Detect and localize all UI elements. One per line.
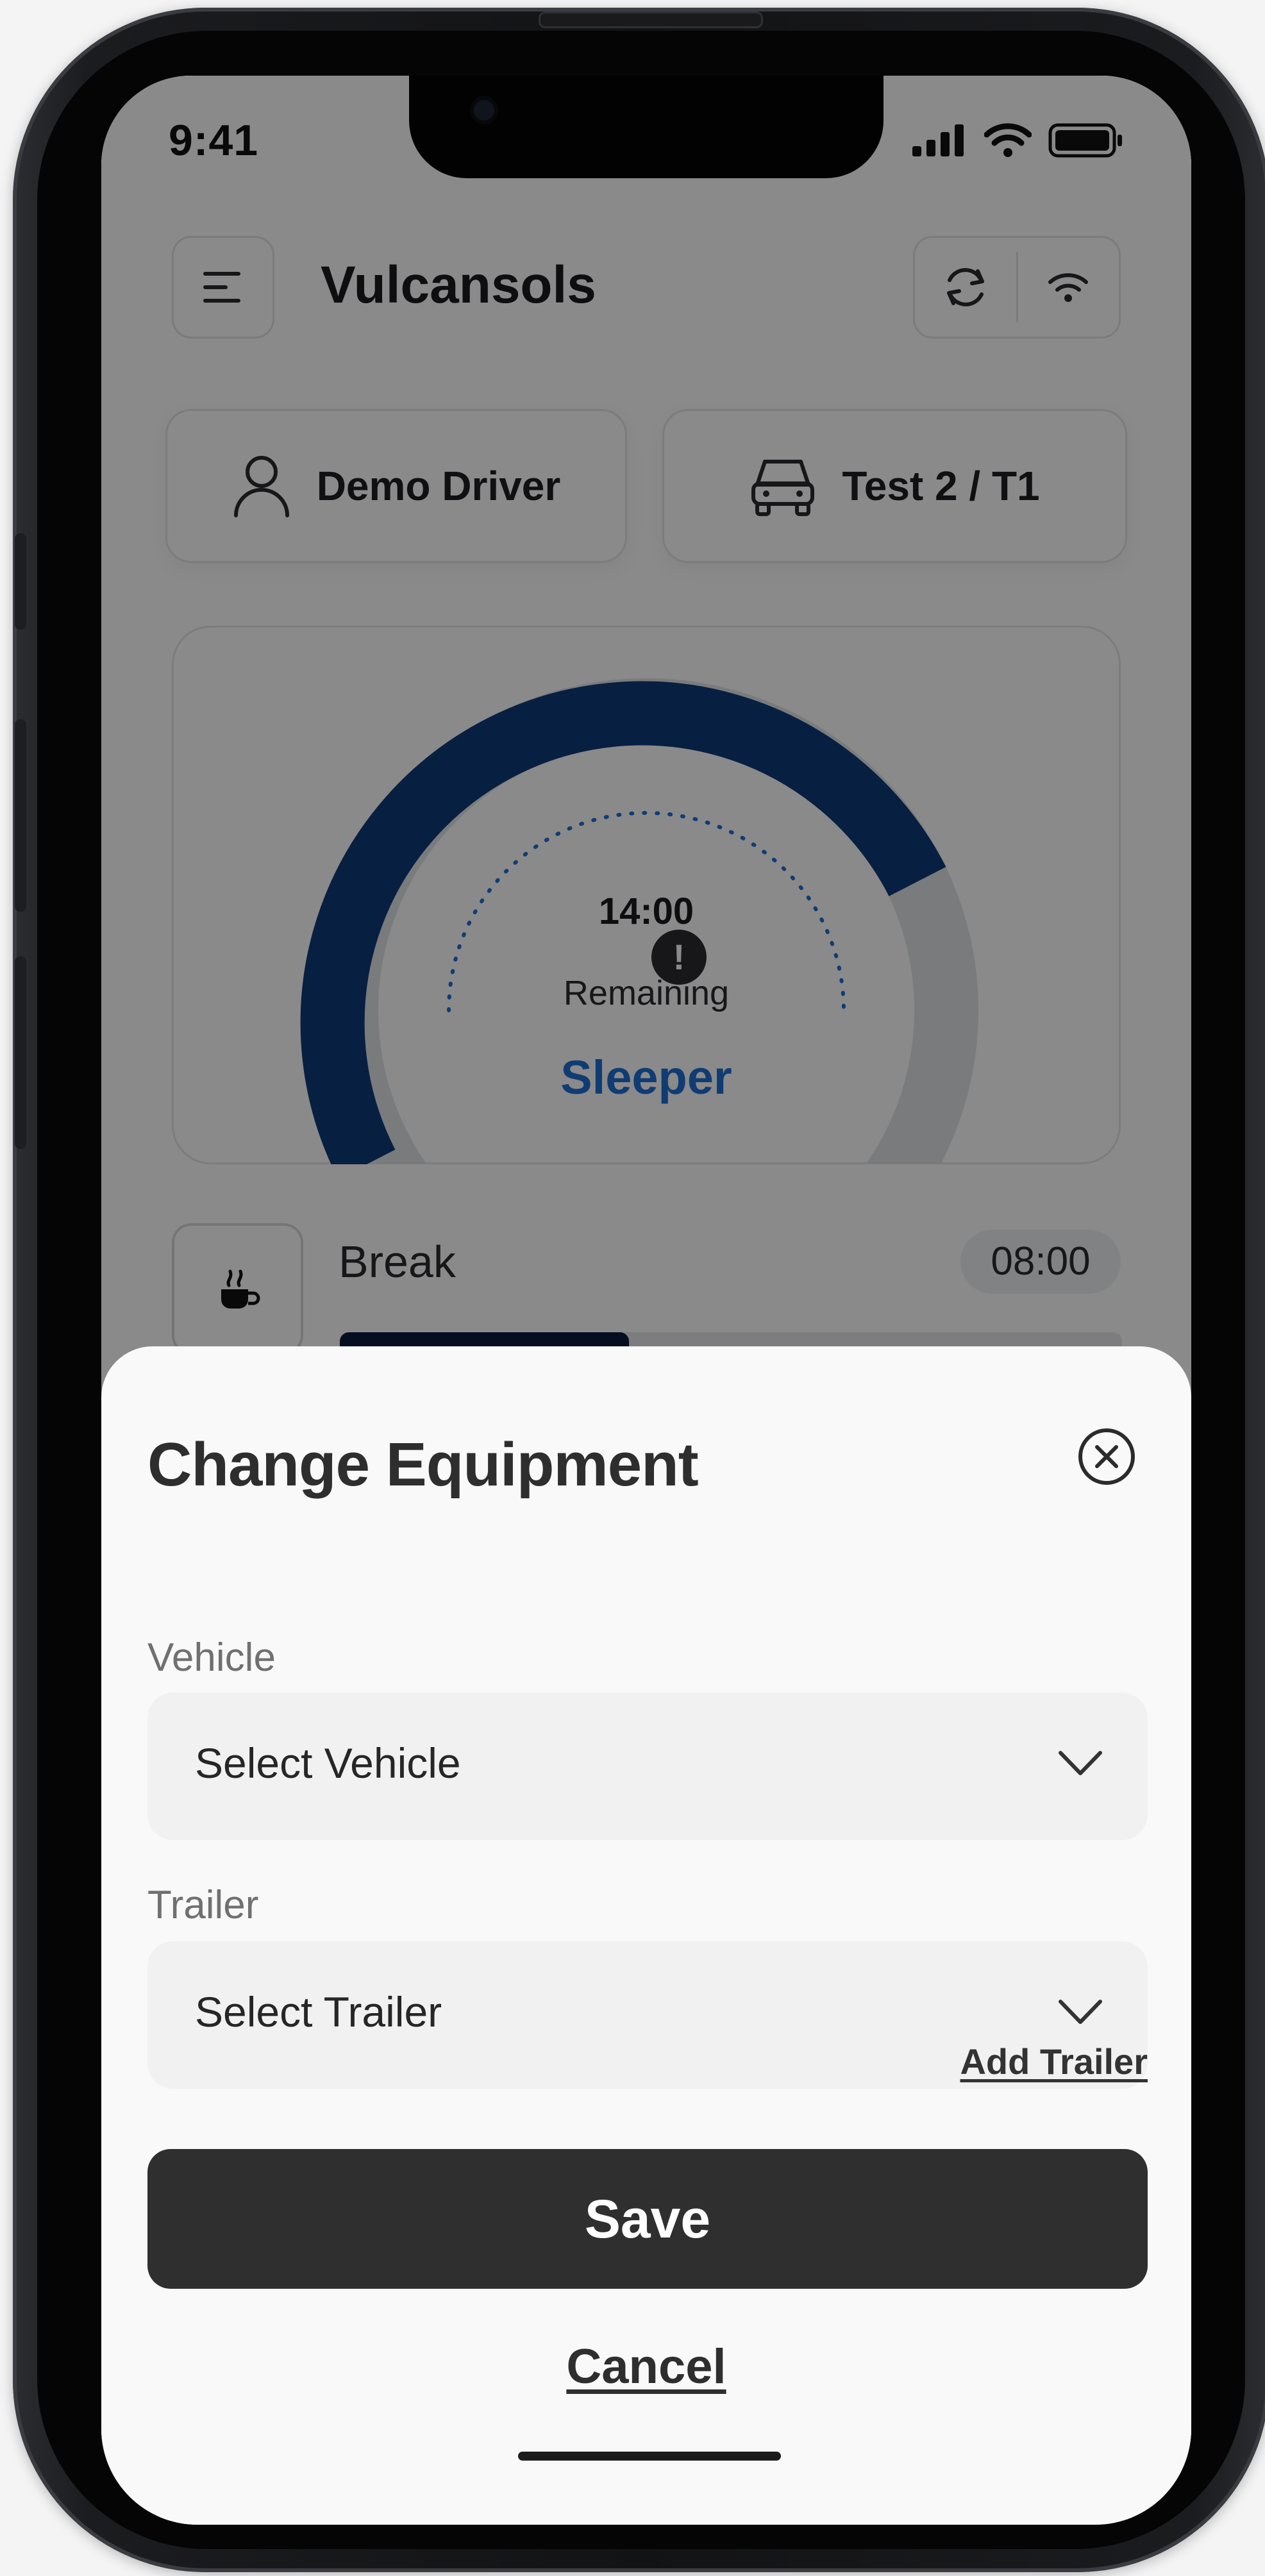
vehicle-select[interactable]: Select Vehicle	[147, 1693, 1148, 1840]
chevron-down-icon	[1059, 2000, 1102, 2024]
close-icon	[1078, 1428, 1135, 1485]
close-button[interactable]	[1076, 1426, 1137, 1487]
add-trailer-link[interactable]: Add Trailer	[960, 2041, 1148, 2082]
silent-switch	[15, 533, 26, 630]
home-indicator[interactable]	[518, 2452, 781, 2461]
chevron-down-icon	[1059, 1751, 1102, 1775]
speaker-slot	[539, 12, 763, 28]
sheet-title: Change Equipment	[147, 1430, 699, 1499]
change-equipment-sheet: Change Equipment Vehicle Select Vehicle …	[101, 1346, 1191, 2525]
trailer-select-value: Select Trailer	[195, 1988, 442, 2036]
screen: 9:41 Vulcansols Demo Driver Test 2 / T1 …	[101, 76, 1191, 2525]
vehicle-select-value: Select Vehicle	[195, 1739, 461, 1787]
trailer-field-label: Trailer	[147, 1883, 259, 1927]
save-button[interactable]: Save	[147, 2149, 1148, 2289]
vehicle-field-label: Vehicle	[147, 1635, 276, 1680]
volume-down-button	[15, 957, 26, 1149]
cancel-button[interactable]: Cancel	[101, 2339, 1191, 2395]
volume-up-button	[15, 719, 26, 912]
